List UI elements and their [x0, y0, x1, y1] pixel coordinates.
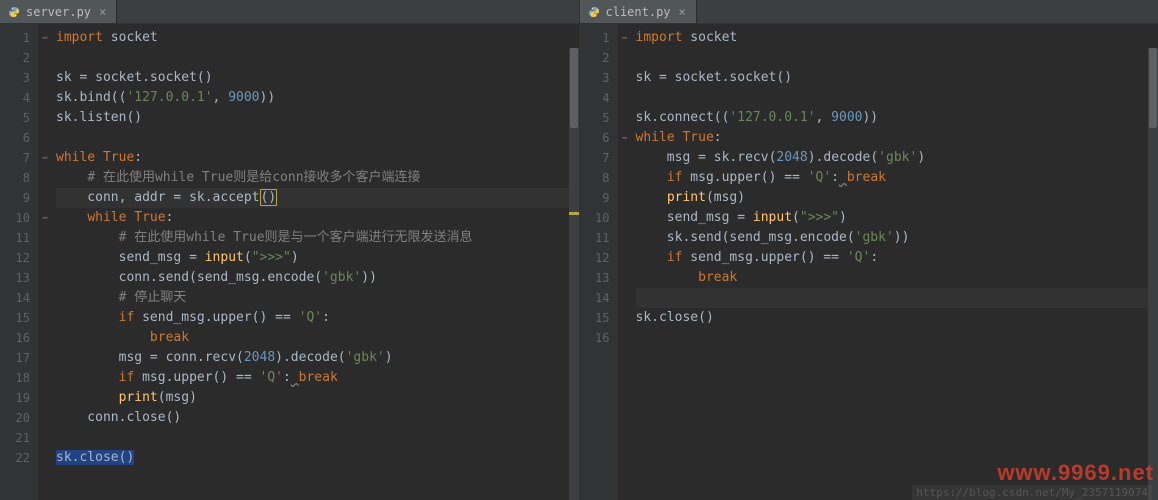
tab-label: client.py [606, 5, 671, 19]
editor-pane-left: server.py × 1234567891011121314151617181… [0, 0, 580, 500]
fold-column[interactable]: −−− [38, 24, 52, 500]
scrollbar-vertical[interactable] [569, 48, 579, 500]
python-file-icon [8, 6, 20, 18]
tab-client[interactable]: client.py × [580, 0, 697, 23]
editor-area[interactable]: 12345678910111213141516171819202122 −−− … [0, 24, 579, 500]
tab-server[interactable]: server.py × [0, 0, 117, 23]
scrollbar-thumb[interactable] [1149, 48, 1157, 128]
scrollbar-marker [569, 212, 579, 215]
tab-label: server.py [26, 5, 91, 19]
fold-column[interactable]: −− [618, 24, 632, 500]
code-content[interactable]: import socketsk = socket.socket()sk.bind… [52, 24, 579, 500]
editor-area[interactable]: 12345678910111213141516 −− import socket… [580, 24, 1158, 500]
close-icon[interactable]: × [97, 5, 108, 19]
scrollbar-vertical[interactable] [1148, 48, 1158, 500]
scrollbar-thumb[interactable] [570, 48, 578, 128]
editor-pane-right: client.py × 12345678910111213141516 −− i… [580, 0, 1158, 500]
tab-bar: server.py × [0, 0, 579, 24]
line-gutter[interactable]: 12345678910111213141516 [580, 24, 618, 500]
tab-bar: client.py × [580, 0, 1158, 24]
python-file-icon [588, 6, 600, 18]
line-gutter[interactable]: 12345678910111213141516171819202122 [0, 24, 38, 500]
ide-root: server.py × 1234567891011121314151617181… [0, 0, 1158, 500]
code-content[interactable]: import socketsk = socket.socket()sk.conn… [632, 24, 1158, 500]
status-url: https://blog.csdn.net/My_2357119074 [912, 485, 1152, 500]
watermark-text: www.9969.net [997, 460, 1154, 486]
close-icon[interactable]: × [677, 5, 688, 19]
